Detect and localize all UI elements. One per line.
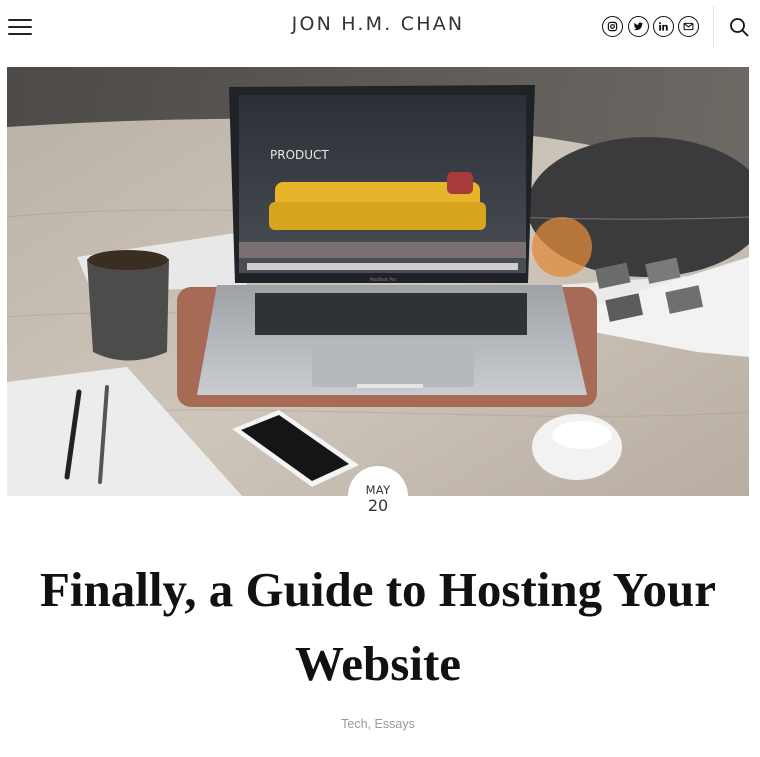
email-icon[interactable] <box>678 16 699 37</box>
post-title[interactable]: Finally, a Guide to Hosting Your Website <box>20 553 736 701</box>
site-header: JON H.M. CHAN <box>0 0 760 55</box>
category-separator: , <box>367 717 375 731</box>
screen-heading: PRODUCT <box>270 148 329 162</box>
svg-text:MacBook Pro: MacBook Pro <box>370 277 396 282</box>
featured-image[interactable]: PRODUCT MacBook Pro <box>7 67 749 496</box>
category-link-tech[interactable]: Tech <box>341 717 367 731</box>
category-link-essays[interactable]: Essays <box>375 717 415 731</box>
post-date-month: MAY <box>365 483 391 497</box>
header-divider <box>713 6 714 47</box>
instagram-icon[interactable] <box>602 16 623 37</box>
post-categories: Tech, Essays <box>0 717 756 731</box>
search-icon[interactable] <box>728 16 750 38</box>
linkedin-icon[interactable] <box>653 16 674 37</box>
post-date-badge: MAY 20 <box>348 466 408 526</box>
post-date-day: 20 <box>367 496 389 515</box>
twitter-icon[interactable] <box>628 16 649 37</box>
